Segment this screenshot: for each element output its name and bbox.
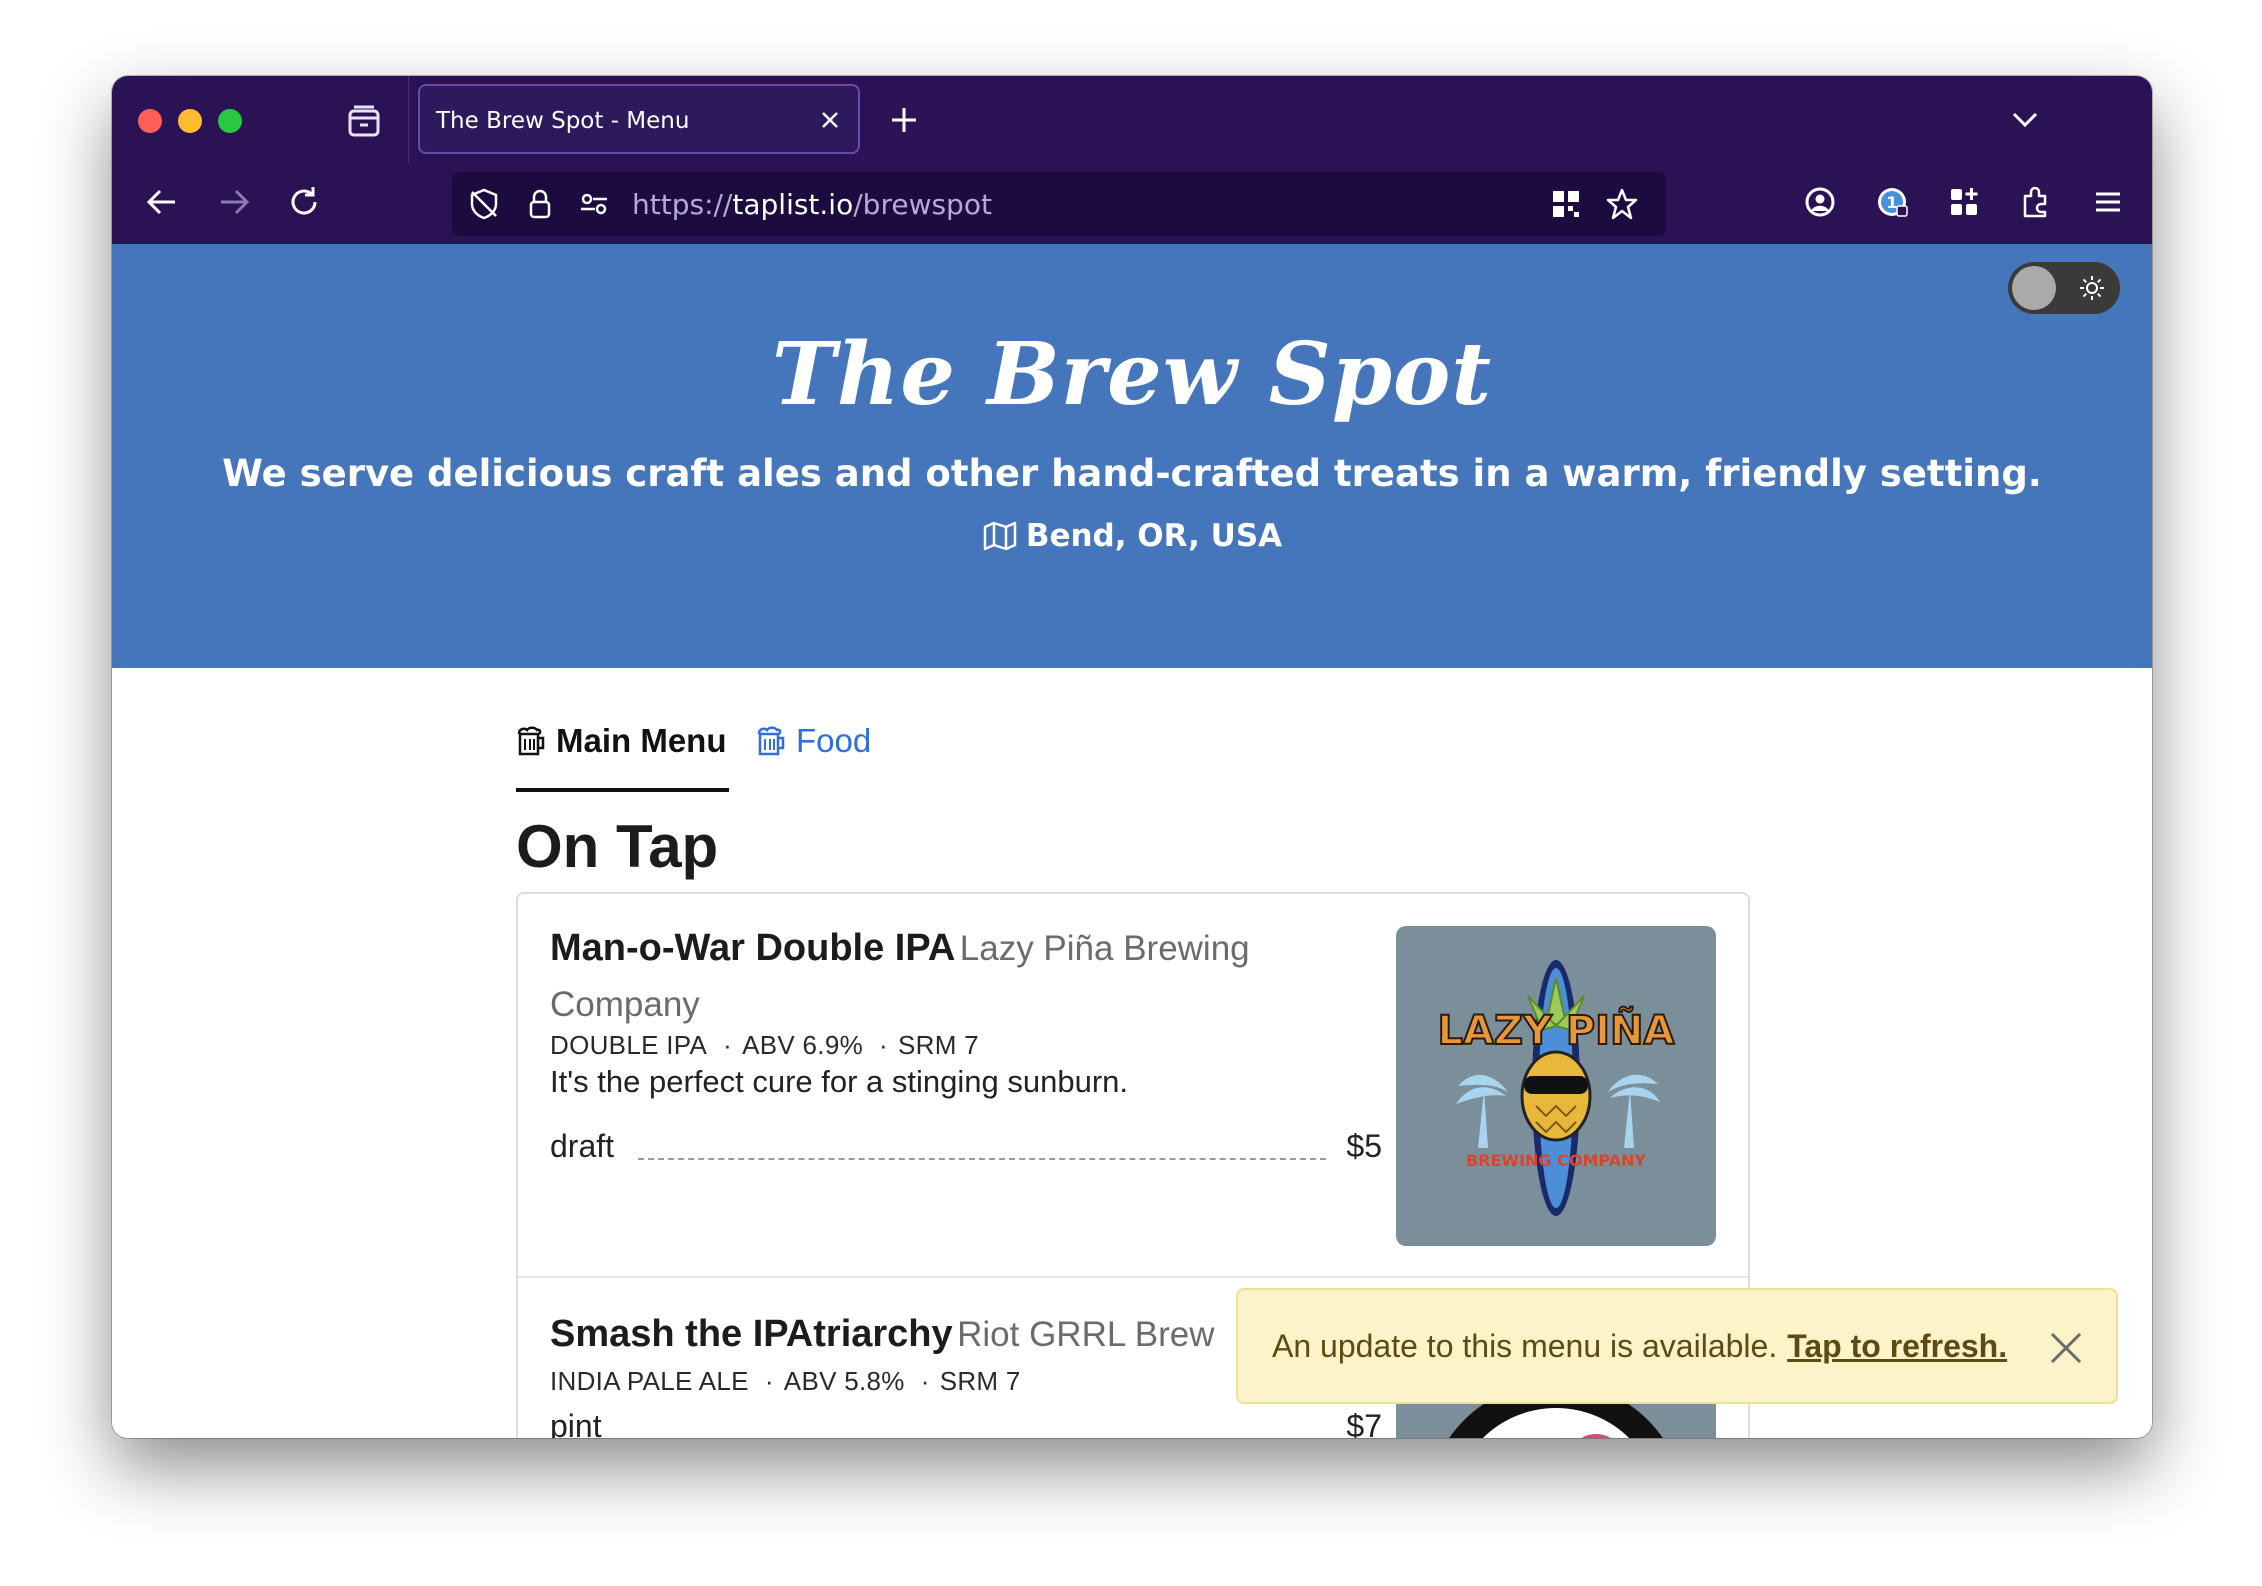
close-icon[interactable] xyxy=(2046,1328,2086,1368)
beer-name: Smash the IPAtriarchy xyxy=(550,1313,953,1355)
hero-banner: The Brew Spot We serve delicious craft a… xyxy=(112,244,2152,668)
map-icon xyxy=(983,521,1017,551)
toggle-knob xyxy=(2012,266,2056,310)
price-row: pint $7 xyxy=(550,1408,1382,1438)
reload-icon[interactable] xyxy=(284,182,324,222)
refresh-link[interactable]: Tap to refresh. xyxy=(1787,1328,2007,1364)
address-bar[interactable]: https://taplist.io/brewspot xyxy=(452,172,1666,236)
location-text: Bend, OR, USA xyxy=(1025,518,1283,554)
permissions-icon[interactable] xyxy=(576,186,612,222)
tab-food[interactable]: Food xyxy=(756,722,871,790)
tracking-shield-icon[interactable] xyxy=(466,186,502,222)
tab-title: The Brew Spot - Menu xyxy=(436,108,690,134)
beer-name: Man-o-War Double IPA xyxy=(550,927,956,969)
extension-icon[interactable]: 1 xyxy=(1872,182,1912,222)
plus-icon[interactable] xyxy=(886,102,922,138)
tab-list-icon[interactable] xyxy=(344,102,384,142)
page-content: The Brew Spot We serve delicious craft a… xyxy=(112,244,2152,1438)
beer-mug-icon xyxy=(517,726,545,756)
update-notification: An update to this menu is available. Tap … xyxy=(1236,1288,2118,1404)
maximize-window-button[interactable] xyxy=(218,109,242,133)
location: Bend, OR, USA xyxy=(112,518,2152,554)
lock-icon[interactable] xyxy=(522,186,558,222)
bookmark-star-icon[interactable] xyxy=(1604,186,1640,222)
browser-tab-active[interactable]: The Brew Spot - Menu xyxy=(418,84,860,154)
brewery-name: Riot GRRL Brew xyxy=(957,1315,1215,1354)
serving-size: pint xyxy=(550,1408,602,1438)
brewery-logo: LAZY PIÑA BREWING COMPANY xyxy=(1396,926,1716,1246)
beer-card[interactable]: Man-o-War Double IPA Lazy Piña Brewing C… xyxy=(518,894,1748,1278)
extensions-grid-icon[interactable] xyxy=(1944,182,1984,222)
minimize-window-button[interactable] xyxy=(178,109,202,133)
beer-heading: Man-o-War Double IPA Lazy Piña Brewing C… xyxy=(550,924,1370,1036)
price: $5 xyxy=(1346,1128,1382,1164)
logo-text: LAZY PIÑA xyxy=(1438,1006,1675,1054)
hamburger-menu-icon[interactable] xyxy=(2088,182,2128,222)
svg-text:1: 1 xyxy=(1886,193,1897,212)
toast-message: An update to this menu is available. xyxy=(1272,1328,1778,1364)
chevron-down-icon[interactable] xyxy=(2008,102,2042,136)
close-window-button[interactable] xyxy=(138,109,162,133)
serving-size: draft xyxy=(550,1128,615,1164)
beer-mug-icon xyxy=(757,726,785,756)
page-title: The Brew Spot xyxy=(771,324,1493,425)
browser-window: The Brew Spot - Menu https://taplist.io/… xyxy=(112,76,2152,1438)
navigation-toolbar: https://taplist.io/brewspot 1 xyxy=(112,162,2152,244)
section-title: On Tap xyxy=(516,813,719,880)
beer-meta: INDIA PALE ALE · ABV 5.8% · SRM 7 xyxy=(550,1366,1021,1396)
price-row: draft $5 xyxy=(550,1128,1382,1168)
puzzle-icon[interactable] xyxy=(2016,182,2056,222)
back-arrow-icon[interactable] xyxy=(142,182,182,222)
forward-arrow-icon[interactable] xyxy=(214,182,254,222)
theme-toggle[interactable] xyxy=(2008,262,2120,314)
logo-subtext: BREWING COMPANY xyxy=(1466,1151,1646,1170)
url-text[interactable]: https://taplist.io/brewspot xyxy=(632,188,992,221)
account-icon[interactable] xyxy=(1800,182,1840,222)
price: $7 xyxy=(1346,1408,1382,1438)
sun-icon xyxy=(2080,276,2104,300)
beer-description: It's the perfect cure for a stinging sun… xyxy=(550,1064,1129,1099)
tab-bar: The Brew Spot - Menu xyxy=(112,76,2152,162)
close-icon[interactable] xyxy=(816,106,844,134)
beer-meta: DOUBLE IPA · ABV 6.9% · SRM 7 xyxy=(550,1030,979,1060)
qr-code-icon[interactable] xyxy=(1548,186,1584,222)
tagline: We serve delicious craft ales and other … xyxy=(222,452,2042,495)
tab-main-menu[interactable]: Main Menu xyxy=(516,722,729,792)
